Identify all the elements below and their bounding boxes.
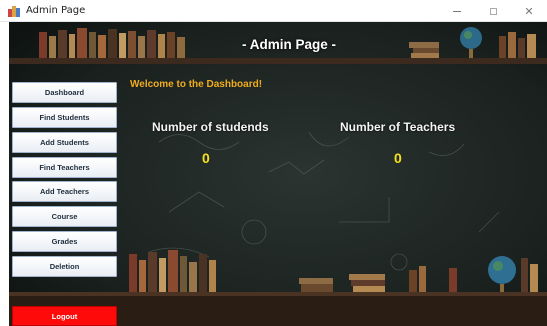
students-count-value: 0 <box>202 150 210 166</box>
sidebar-item-course[interactable]: Course <box>12 206 117 227</box>
welcome-message: Welcome to the Dashboard! <box>130 79 263 90</box>
bar-chart-icon <box>8 5 20 17</box>
logout-button[interactable]: Logout <box>12 306 117 326</box>
close-button[interactable]: ✕ <box>511 0 547 22</box>
page-title: - Admin Page - <box>241 37 336 52</box>
window-title: Admin Page <box>26 5 86 16</box>
sidebar-item-dashboard[interactable]: Dashboard <box>12 82 117 103</box>
window-title-bar[interactable]: Admin Page ✕ <box>0 0 547 22</box>
maximize-icon <box>489 7 497 15</box>
teachers-count-value: 0 <box>394 150 402 166</box>
sidebar-item-grades[interactable]: Grades <box>12 231 117 252</box>
window-controls: ✕ <box>439 0 547 22</box>
sidebar-item-add-students[interactable]: Add Students <box>12 132 117 153</box>
teachers-count-label: Number of Teachers <box>340 120 456 134</box>
admin-window-body: - Admin Page - Dashboard Find Students A… <box>9 22 547 326</box>
close-icon: ✕ <box>524 4 534 18</box>
sidebar-item-add-teachers[interactable]: Add Teachers <box>12 181 117 202</box>
maximize-button[interactable] <box>475 0 511 22</box>
sidebar-item-find-teachers[interactable]: Find Teachers <box>12 157 117 178</box>
sidebar-item-deletion[interactable]: Deletion <box>12 256 117 277</box>
minimize-icon <box>453 10 461 12</box>
minimize-button[interactable] <box>439 0 475 22</box>
sidebar-item-find-students[interactable]: Find Students <box>12 107 117 128</box>
students-count-label: Number of studends <box>152 120 269 134</box>
